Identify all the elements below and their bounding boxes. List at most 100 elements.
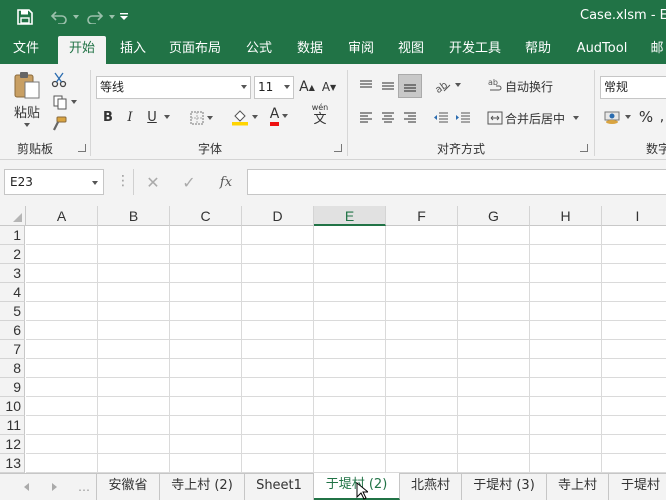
enter-icon[interactable]: ✓ <box>178 170 200 194</box>
undo-icon[interactable] <box>46 6 72 28</box>
align-top-icon[interactable] <box>356 76 376 96</box>
tab-page-layout[interactable]: 页面布局 <box>162 34 228 64</box>
clipboard-launcher-icon[interactable] <box>78 144 86 152</box>
grow-font-icon[interactable]: A ▲ <box>298 76 316 98</box>
column-header-c[interactable]: C <box>170 206 242 226</box>
percent-style-button[interactable]: % <box>636 106 656 128</box>
sheet-tab-sishang-2[interactable]: 寺上村 (2) <box>160 474 245 500</box>
underline-dropdown-icon[interactable] <box>162 106 172 128</box>
orientation-icon[interactable]: ab <box>432 74 462 96</box>
increase-indent-icon[interactable] <box>452 108 474 128</box>
italic-button[interactable]: I <box>122 106 138 128</box>
redo-dropdown-icon[interactable] <box>108 6 116 28</box>
undo-dropdown-icon[interactable] <box>72 6 80 28</box>
column-header-g[interactable]: G <box>458 206 530 226</box>
tab-formulas[interactable]: 公式 <box>238 34 280 64</box>
sheet-tab-sheet1[interactable]: Sheet1 <box>245 474 314 500</box>
column-header-f[interactable]: F <box>386 206 458 226</box>
align-center-icon[interactable] <box>378 108 398 128</box>
row-header-10[interactable]: 10 <box>0 397 25 416</box>
worksheet-grid[interactable]: A B C D E F G H I 1 2 3 4 5 6 7 8 9 10 1… <box>0 206 666 473</box>
paste-button[interactable]: 粘贴 <box>6 102 48 121</box>
tab-file[interactable]: 文件 <box>0 34 52 64</box>
font-name-select[interactable]: 等线 <box>96 76 251 99</box>
paste-dropdown-icon[interactable] <box>22 120 32 130</box>
sheet-scroll-right-icon[interactable] <box>52 483 57 491</box>
row-header-1[interactable]: 1 <box>0 226 25 245</box>
font-launcher-icon[interactable] <box>334 144 342 152</box>
sheet-tab-anhui[interactable]: 安徽省 <box>97 474 160 500</box>
borders-icon[interactable] <box>186 108 216 128</box>
merge-dropdown-icon[interactable] <box>571 107 581 129</box>
tab-insert[interactable]: 插入 <box>110 34 156 64</box>
insert-function-icon[interactable]: fx <box>214 170 238 194</box>
formula-input[interactable] <box>247 169 666 195</box>
accounting-format-icon[interactable] <box>602 106 632 128</box>
decrease-indent-icon[interactable] <box>430 108 452 128</box>
row-header-3[interactable]: 3 <box>0 264 25 283</box>
row-header-2[interactable]: 2 <box>0 245 25 264</box>
name-box[interactable]: E23 <box>4 169 104 195</box>
align-right-icon[interactable] <box>400 108 420 128</box>
sheet-tab-beiyan[interactable]: 北燕村 <box>400 474 462 500</box>
row-header-5[interactable]: 5 <box>0 302 25 321</box>
customize-icon[interactable] <box>117 6 131 28</box>
fill-color-icon[interactable] <box>228 106 260 128</box>
tab-help[interactable]: 帮助 <box>518 34 558 64</box>
tab-review[interactable]: 审阅 <box>340 34 382 64</box>
row-header-7[interactable]: 7 <box>0 340 25 359</box>
row-header-6[interactable]: 6 <box>0 321 25 340</box>
row-header-11[interactable]: 11 <box>0 416 25 435</box>
shrink-font-icon[interactable]: A ▼ <box>320 76 338 98</box>
merge-center-icon[interactable] <box>485 107 505 129</box>
align-left-icon[interactable] <box>356 108 376 128</box>
tab-audtool[interactable]: AudTool <box>568 34 636 64</box>
grid-lines <box>26 226 666 473</box>
column-header-e[interactable]: E <box>314 206 386 226</box>
merge-center-button[interactable]: 合并后居中 <box>505 107 569 129</box>
column-header-h[interactable]: H <box>530 206 602 226</box>
row-header-8[interactable]: 8 <box>0 359 25 378</box>
bold-button[interactable]: B <box>100 106 116 128</box>
format-painter-icon[interactable] <box>50 114 68 134</box>
phonetic-guide-icon[interactable]: wén 文 <box>306 102 334 128</box>
align-middle-icon[interactable] <box>378 76 398 96</box>
tab-developer[interactable]: 开发工具 <box>440 34 510 64</box>
font-color-button[interactable]: A <box>264 104 294 128</box>
column-header-i[interactable]: I <box>602 206 666 226</box>
tab-view[interactable]: 视图 <box>390 34 432 64</box>
cancel-icon[interactable]: ✕ <box>142 170 164 194</box>
select-all-corner[interactable] <box>0 206 26 226</box>
underline-button[interactable]: U <box>144 106 160 128</box>
sheet-tab-sishang[interactable]: 寺上村 <box>547 474 609 500</box>
row-header-12[interactable]: 12 <box>0 435 25 454</box>
clipboard-group-label: 剪贴板 <box>17 142 54 156</box>
sheet-more-icon[interactable]: … <box>78 480 90 494</box>
wrap-text-button[interactable]: 自动换行 <box>505 75 557 97</box>
sheet-tab-yudi-3[interactable]: 于堤村 (3) <box>462 474 547 500</box>
copy-icon[interactable] <box>50 92 78 112</box>
row-header-13[interactable]: 13 <box>0 454 25 473</box>
tab-data[interactable]: 数据 <box>288 34 332 64</box>
align-bottom-icon[interactable] <box>398 74 422 98</box>
paste-icon[interactable] <box>10 70 44 100</box>
tab-mailings[interactable]: 邮 <box>648 34 666 64</box>
save-icon[interactable] <box>14 6 36 28</box>
sheet-tab-yudi[interactable]: 于堤村 <box>609 474 666 500</box>
sheet-scroll-left-icon[interactable] <box>24 483 29 491</box>
redo-icon[interactable] <box>82 6 108 28</box>
font-size-select[interactable]: 11 <box>254 76 294 99</box>
name-box-dropdown-icon[interactable] <box>92 181 98 185</box>
alignment-launcher-icon[interactable] <box>580 144 588 152</box>
column-header-b[interactable]: B <box>98 206 170 226</box>
column-header-d[interactable]: D <box>242 206 314 226</box>
tab-home[interactable]: 开始 <box>58 36 106 64</box>
cut-icon[interactable] <box>50 70 68 90</box>
wrap-text-icon[interactable]: ab <box>486 75 506 97</box>
number-format-select[interactable]: 常规 <box>600 76 666 99</box>
row-header-4[interactable]: 4 <box>0 283 25 302</box>
formula-bar-grip-icon[interactable]: ⋮ <box>116 172 130 192</box>
comma-style-icon[interactable]: , <box>656 106 666 128</box>
row-header-9[interactable]: 9 <box>0 378 25 397</box>
column-header-a[interactable]: A <box>26 206 98 226</box>
